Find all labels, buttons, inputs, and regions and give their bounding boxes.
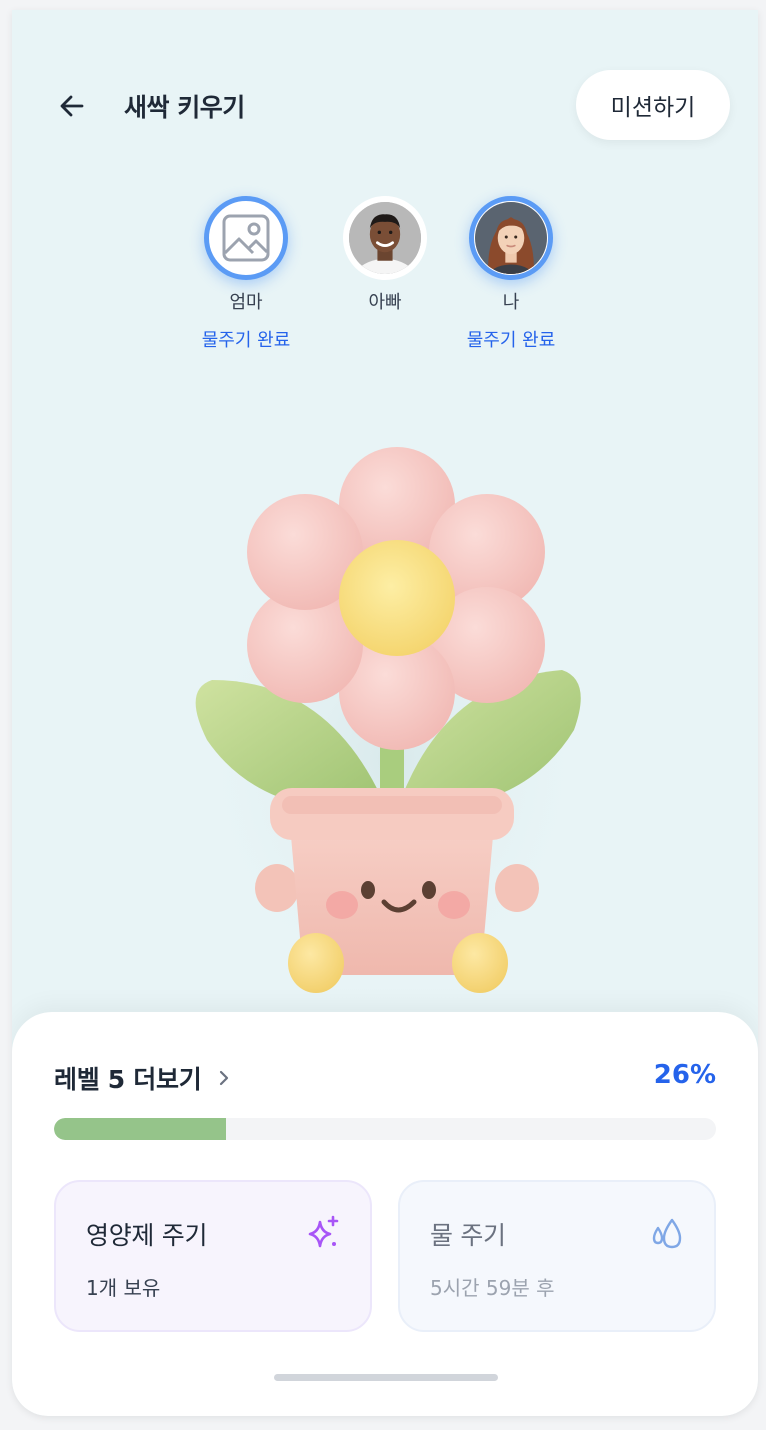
member-name: 아빠 — [368, 292, 402, 313]
card-subtitle: 1개 보유 — [86, 1276, 161, 1300]
give-water-button[interactable]: 물 주기 5시간 59분 후 — [398, 1180, 716, 1332]
member-status: 물주기 완료 — [201, 330, 291, 351]
give-nutrient-button[interactable]: 영양제 주기 1개 보유 — [54, 1180, 372, 1332]
arrow-left-icon — [60, 95, 84, 117]
card-title: 영양제 주기 — [86, 1221, 208, 1250]
header: 새싹 키우기 미션하기 — [12, 10, 758, 200]
app-screen: 새싹 키우기 미션하기 엄마 물주기 완료 아빠 나 물주기 완료 레벨 5 더… — [12, 10, 758, 1416]
avatar-ring — [469, 196, 553, 280]
page-title: 새싹 키우기 — [124, 93, 245, 122]
member-name: 엄마 — [229, 292, 263, 313]
bottom-sheet: 레벨 5 더보기 26% 영양제 주기 1개 보유 물 주기 5시간 59분 후 — [12, 1012, 758, 1416]
level-percent: 26% — [653, 1060, 716, 1090]
card-title: 물 주기 — [430, 1221, 506, 1250]
water-drop-icon — [652, 1218, 682, 1249]
card-subtitle: 5시간 59분 후 — [430, 1276, 555, 1300]
level-progress-bar — [54, 1118, 716, 1140]
chevron-right-icon — [220, 1070, 229, 1086]
member-dad[interactable]: 아빠 — [325, 196, 445, 326]
level-label: 레벨 5 더보기 — [54, 1065, 202, 1094]
avatar-ring — [343, 196, 427, 280]
mission-button[interactable]: 미션하기 — [576, 70, 730, 140]
avatar-photo-dad — [349, 202, 421, 274]
member-status: 물주기 완료 — [466, 330, 556, 351]
sparkle-icon — [308, 1215, 339, 1248]
member-mom[interactable]: 엄마 물주기 완료 — [186, 196, 306, 352]
back-button[interactable] — [52, 86, 92, 126]
level-more-button[interactable]: 레벨 5 더보기 — [54, 1060, 235, 1096]
home-indicator — [274, 1374, 498, 1381]
avatar-photo-me — [475, 202, 547, 274]
image-placeholder-icon — [210, 202, 282, 274]
member-name: 나 — [502, 292, 520, 313]
progress-fill — [54, 1118, 227, 1140]
member-me[interactable]: 나 물주기 완료 — [451, 196, 571, 352]
avatar-ring — [204, 196, 288, 280]
flower-pot-illustration[interactable] — [182, 430, 602, 1020]
